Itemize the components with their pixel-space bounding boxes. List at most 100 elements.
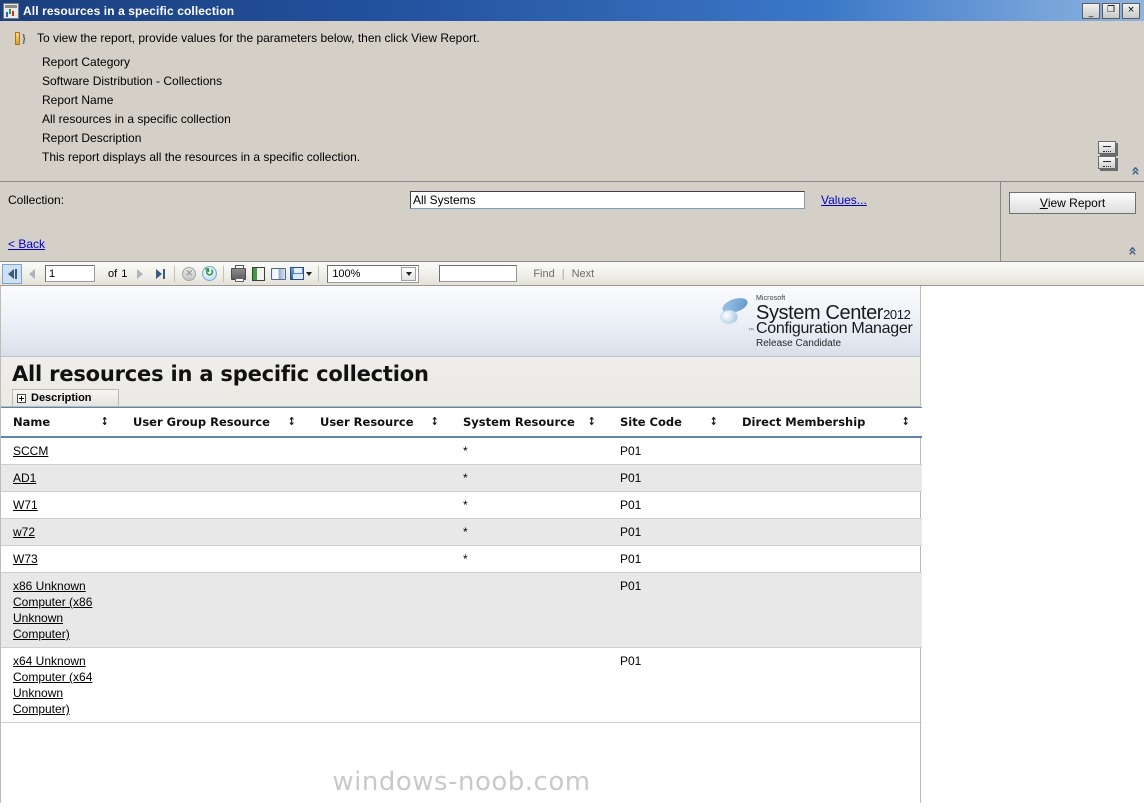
column-header-site-code[interactable]: Site Code ↕ [608,407,730,438]
sort-icon[interactable]: ↕ [430,416,438,427]
column-header-user-resource[interactable]: User Resource ↕ [308,407,451,438]
report-banner: ™ Microsoft System Center2012 Configurat… [1,286,920,357]
cell-system-resource [451,572,608,648]
view-report-label: iew Report [1047,196,1106,210]
of-label: of [108,267,118,280]
collapse-info-chevron-icon[interactable]: « [1127,166,1144,176]
export-button[interactable] [288,264,314,284]
print-button[interactable] [228,264,248,284]
restore-button[interactable]: ❐ [1102,2,1120,19]
resource-link[interactable]: W73 [13,552,38,566]
cell-system-resource [451,647,608,723]
cell-direct-membership [730,464,922,492]
cell-system-resource: * [451,437,608,465]
refresh-button[interactable]: ↻ [199,264,219,284]
page-layout-button[interactable] [248,264,268,284]
table-row: x64 Unknown Computer (x64 Unknown Comput… [1,647,922,723]
report-viewer-toolbar: of 1 ✕ ↻ 100% Find | Next [0,261,1144,286]
table-row: W73 * P01 [1,545,922,573]
resource-link[interactable]: SCCM [13,444,48,458]
cell-site-code: P01 [608,572,730,648]
cell-site-code: P01 [608,545,730,573]
cell-name[interactable]: AD1 [1,464,121,492]
cell-name[interactable]: x86 Unknown Computer (x86 Unknown Comput… [1,572,121,648]
column-header-direct-membership[interactable]: Direct Membership ↕ [730,407,922,438]
column-label: User Resource [320,415,414,429]
column-header-name[interactable]: Name ↕ [1,407,121,438]
split-bottom-icon[interactable] [1098,156,1116,169]
cell-user-resource [308,491,451,519]
report-info-panel: } To view the report, provide values for… [0,21,1144,181]
cell-user-group-resource [121,491,308,519]
report-viewer-body: ™ Microsoft System Center2012 Configurat… [0,286,1144,803]
sort-icon[interactable]: ↕ [901,416,909,427]
table-row: AD1 * P01 [1,464,922,492]
sort-icon[interactable]: ↕ [100,416,108,427]
logo-text: Microsoft System Center2012 Configuratio… [756,295,913,349]
cell-name[interactable]: w72 [1,518,121,546]
stop-button[interactable]: ✕ [179,264,199,284]
view-report-button[interactable]: View Report [1009,192,1136,214]
system-center-logo: ™ Microsoft System Center2012 Configurat… [720,289,913,351]
find-separator: | [561,267,565,280]
cell-system-resource: * [451,518,608,546]
cell-user-resource [308,437,451,465]
first-page-icon [7,268,14,279]
info-panel-buttons [1098,141,1118,171]
minimize-icon: _ [1088,8,1094,18]
trademark-symbol: ™ [748,328,754,334]
last-page-icon [155,268,162,279]
resource-link[interactable]: W71 [13,498,38,512]
stop-icon: ✕ [182,266,197,281]
cell-direct-membership [730,572,922,648]
description-label: Description [31,392,92,404]
column-header-system-resource[interactable]: System Resource ↕ [451,407,608,438]
find-next-button[interactable]: Next [572,268,595,280]
resource-link[interactable]: x86 Unknown Computer (x86 Unknown Comput… [13,579,92,641]
column-label: Name [13,415,51,429]
values-link[interactable]: Values... [821,193,867,207]
cell-name[interactable]: W71 [1,491,121,519]
collapse-parameters-chevron-icon[interactable]: « [1124,246,1142,256]
cell-site-code: P01 [608,437,730,465]
cell-direct-membership [730,647,922,723]
resource-link[interactable]: w72 [13,525,35,539]
page-number-input[interactable] [45,265,95,282]
cell-name[interactable]: W73 [1,545,121,573]
minimize-button[interactable]: _ [1082,2,1100,19]
first-page-button[interactable] [2,263,22,284]
cell-direct-membership [730,491,922,519]
close-button[interactable]: × [1122,2,1140,19]
sort-icon[interactable]: ↕ [587,416,595,427]
cell-name[interactable]: SCCM [1,437,121,465]
resource-link[interactable]: AD1 [13,471,36,485]
collection-label: Collection: [8,193,65,207]
report-icon [3,2,19,19]
cell-user-group-resource [121,518,308,546]
find-button[interactable]: Find [533,268,554,280]
page-setup-button[interactable] [268,264,288,284]
close-icon: × [1127,5,1135,15]
next-page-button[interactable] [130,264,150,284]
previous-page-button[interactable] [22,264,42,284]
collection-input[interactable] [410,191,805,209]
site-watermark: windows-noob.com [332,767,591,797]
description-expander[interactable]: Description [12,389,119,406]
resource-link[interactable]: x64 Unknown Computer (x64 Unknown Comput… [13,654,92,716]
split-top-icon[interactable] [1098,141,1116,154]
cell-site-code: P01 [608,518,730,546]
zoom-select[interactable]: 100% [327,264,420,283]
report-description-value: This report displays all the resources i… [42,150,361,164]
table-row: SCCM * P01 [1,437,922,465]
back-link[interactable]: < Back [8,237,45,251]
last-page-button[interactable] [150,264,170,284]
sort-icon[interactable]: ↕ [709,416,717,427]
zoom-chevron-down-icon[interactable] [401,266,417,281]
cell-user-resource [308,545,451,573]
cell-name[interactable]: x64 Unknown Computer (x64 Unknown Comput… [1,647,121,723]
sort-icon[interactable]: ↕ [287,416,295,427]
find-input[interactable] [439,265,518,282]
table-header-row: Name ↕ User Group Resource ↕ User Resource… [1,407,922,438]
cell-direct-membership [730,545,922,573]
column-header-user-group-resource[interactable]: User Group Resource ↕ [121,407,308,438]
